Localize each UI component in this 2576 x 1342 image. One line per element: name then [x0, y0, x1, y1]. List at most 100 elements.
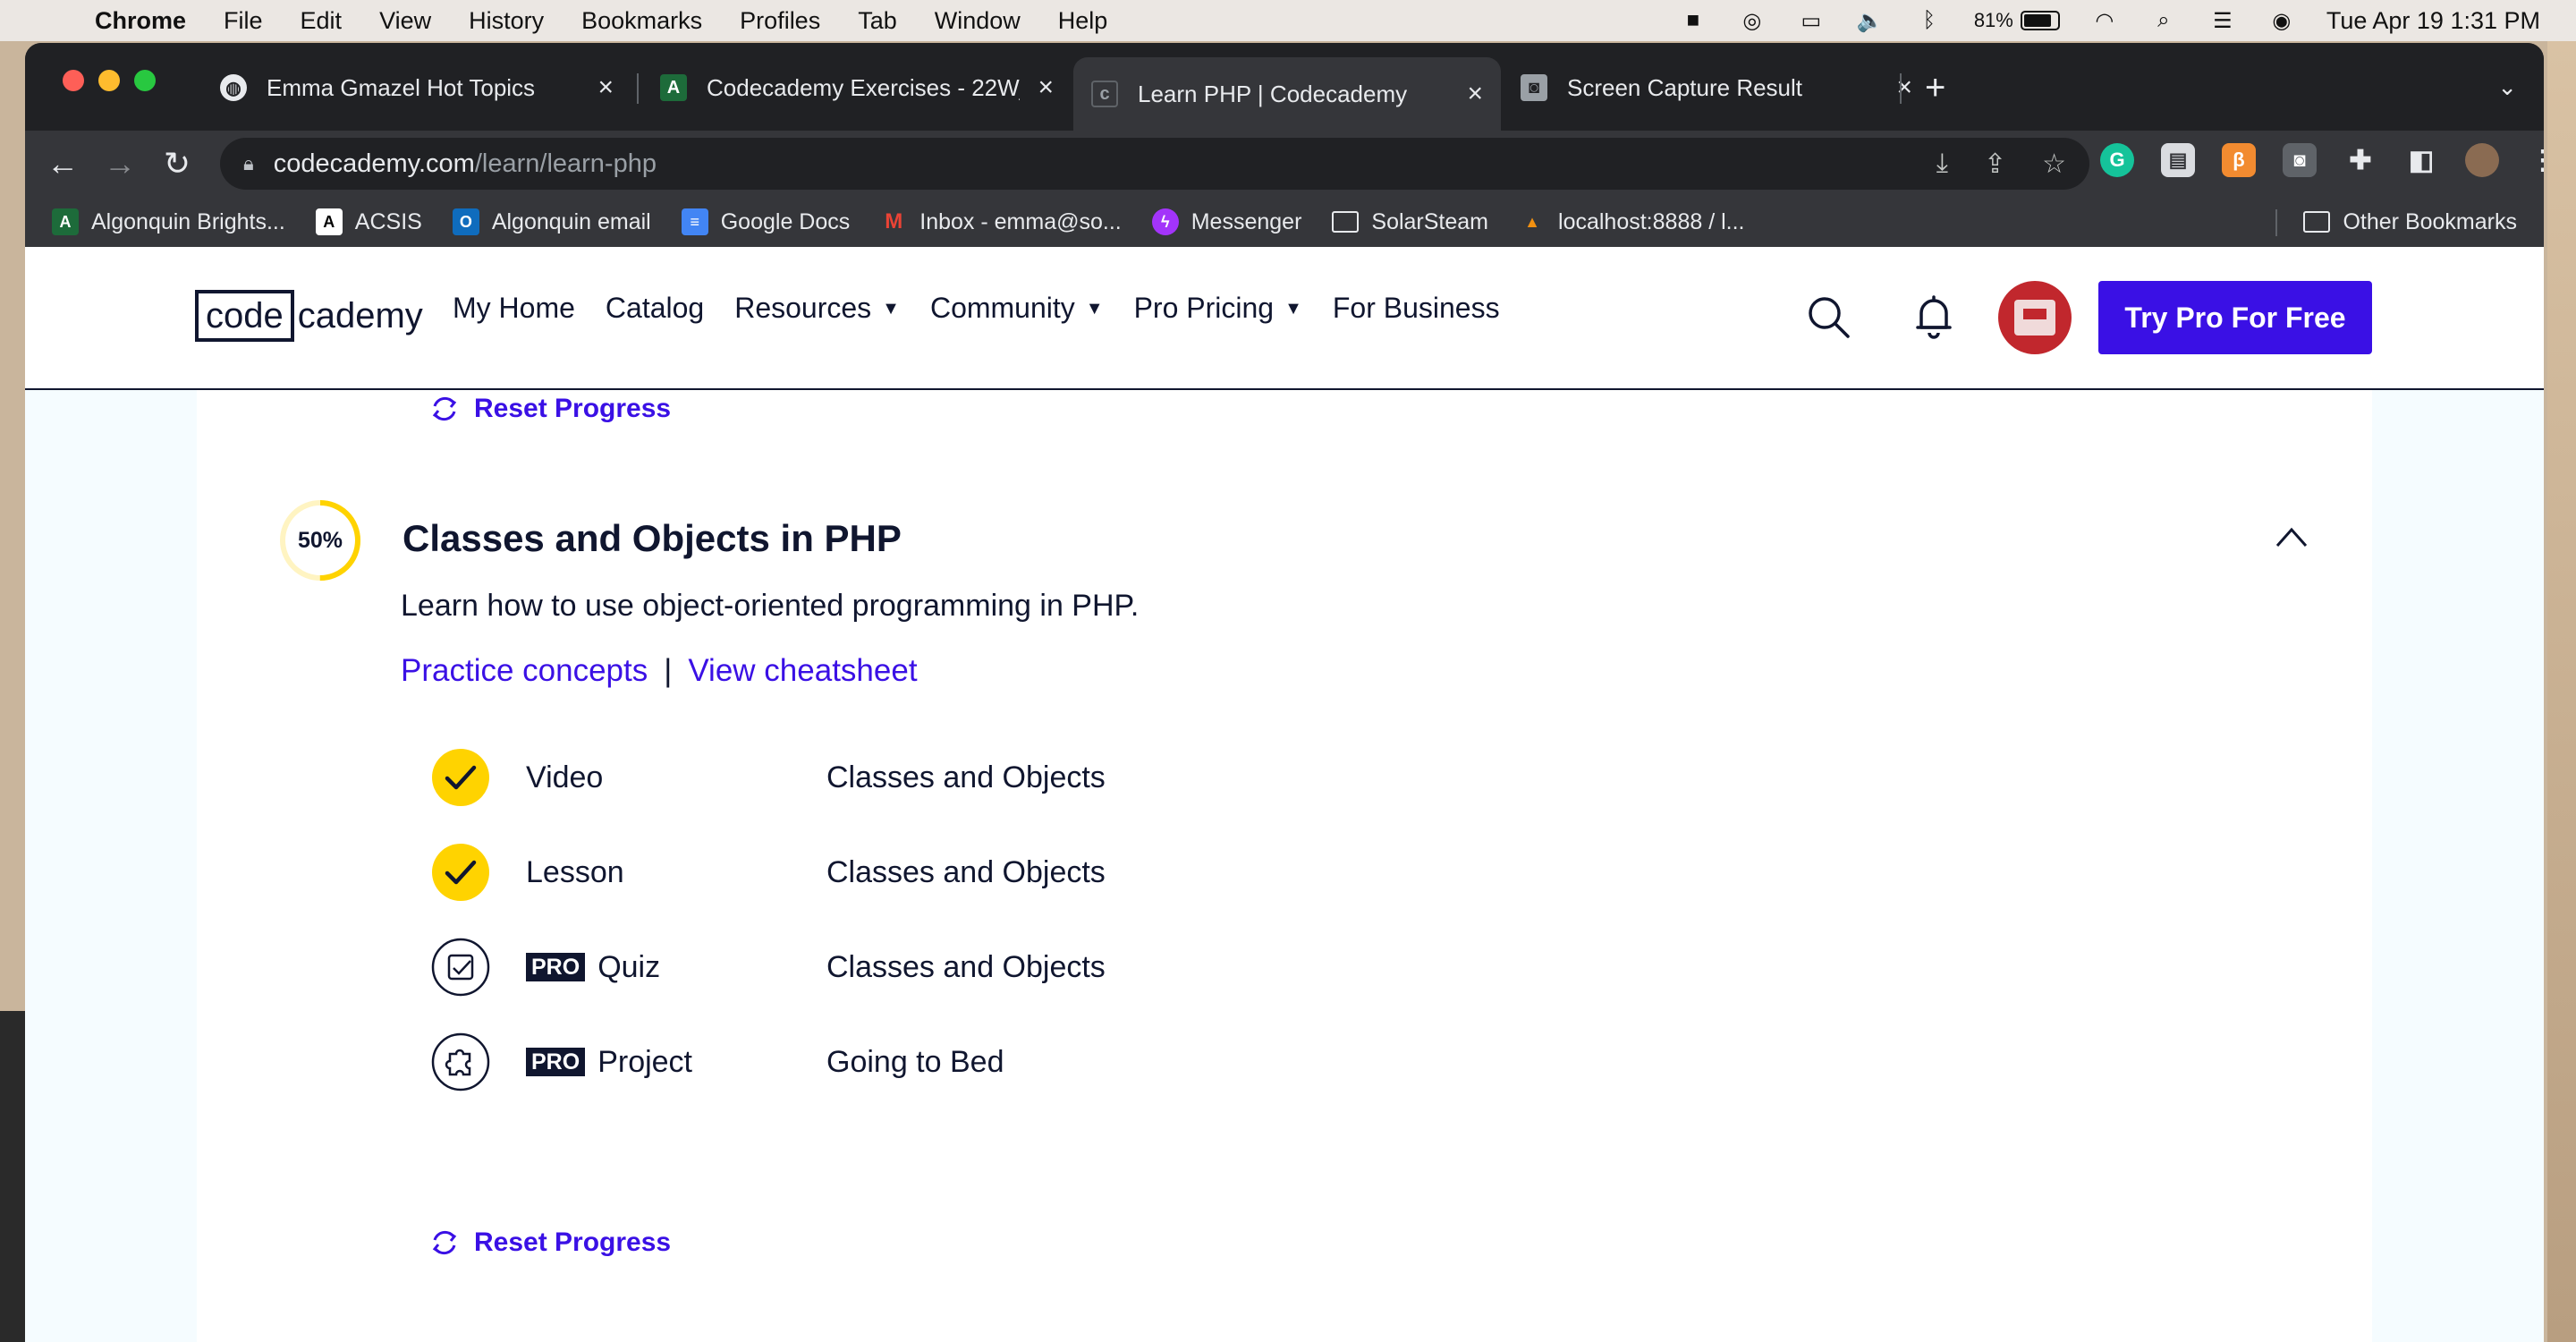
share-icon[interactable]: ⇪	[1984, 149, 2006, 180]
item-kind: PRO Project	[526, 1045, 692, 1080]
tab-learn-php[interactable]: c Learn PHP | Codecademy ×	[1073, 57, 1501, 131]
caret-down-icon: ▼	[1085, 299, 1104, 319]
list-item[interactable]: PRO Project Going to Bed	[431, 1032, 1236, 1091]
creative-cloud-icon[interactable]: ◎	[1738, 9, 1767, 33]
codecademy-logo[interactable]: code cademy	[195, 290, 423, 342]
document-icon[interactable]: ▤	[2161, 143, 2195, 177]
try-pro-button[interactable]: Try Pro For Free	[2098, 281, 2372, 354]
nav-community[interactable]: Community ▼	[930, 292, 1104, 325]
bookmark-localhost[interactable]: ▲ localhost:8888 / l...	[1519, 208, 1744, 235]
bookmark-star-icon[interactable]: ☆	[2042, 149, 2066, 180]
item-name: Classes and Objects	[826, 949, 1106, 984]
minimize-window-button[interactable]	[98, 70, 120, 91]
gmail-icon: M	[885, 209, 903, 234]
url-path: /learn/learn-php	[474, 149, 657, 178]
bookmark-algonquin-email[interactable]: O Algonquin email	[452, 208, 651, 235]
tab-screen-capture[interactable]: ◙ Screen Capture Result ×	[1503, 57, 1930, 118]
logo-cademy: cademy	[297, 295, 423, 336]
chevron-up-icon[interactable]	[2274, 524, 2309, 549]
nav-catalog[interactable]: Catalog	[606, 292, 704, 325]
siri-icon[interactable]: ◉	[2267, 9, 2296, 33]
menu-help[interactable]: Help	[1058, 7, 1108, 35]
view-cheatsheet-link[interactable]: View cheatsheet	[688, 653, 917, 689]
bookmark-label: Other Bookmarks	[2343, 208, 2517, 234]
reload-button[interactable]: ↻	[148, 145, 206, 183]
reset-progress-bottom[interactable]: Reset Progress	[429, 1227, 671, 1258]
menu-view[interactable]: View	[379, 7, 431, 35]
puzzle-icon[interactable]: ✚	[2343, 143, 2377, 177]
bookmark-solarsteam[interactable]: SolarSteam	[1332, 209, 1488, 235]
checkmark-icon	[432, 749, 489, 806]
tab-label: Learn PHP | Codecademy	[1138, 80, 1408, 107]
spotlight-search-icon[interactable]: ⌕	[2149, 8, 2178, 32]
bookmark-algonquin-brightspace[interactable]: A Algonquin Brights...	[52, 208, 285, 235]
macos-menubar: Chrome File Edit View History Bookmarks …	[0, 0, 2576, 41]
main-nav: My Home Catalog Resources ▼ Community ▼ Pr…	[453, 292, 1500, 325]
algonquin-icon: A	[660, 74, 687, 101]
address-bar[interactable]: 🔒︎ codecademy.com/learn/learn-php ⤓ ⇪ ☆	[220, 138, 2089, 190]
tab-search-chevron-icon[interactable]: ⌄	[2497, 73, 2517, 101]
search-icon[interactable]	[1805, 293, 1852, 340]
bell-icon[interactable]	[1912, 293, 1955, 340]
screenshot-icon[interactable]: ◙	[2283, 143, 2317, 177]
bookmark-gmail-inbox[interactable]: M Inbox - emma@so...	[880, 208, 1121, 235]
zoom-window-button[interactable]	[134, 70, 156, 91]
control-center-icon[interactable]: ☰	[2208, 9, 2237, 33]
close-icon[interactable]: ×	[1038, 72, 1054, 103]
user-avatar[interactable]	[1998, 281, 2072, 354]
nav-resources[interactable]: Resources ▼	[734, 292, 900, 325]
item-kind-label: Project	[597, 1044, 693, 1079]
tab-emma-gmazel[interactable]: ◍ Emma Gmazel Hot Topics ×	[202, 57, 631, 118]
volume-icon[interactable]: 🔈	[1856, 9, 1885, 33]
window-stack-icon[interactable]: ▭	[1797, 9, 1826, 33]
battery-status[interactable]: 81%	[1974, 9, 2060, 32]
menu-edit[interactable]: Edit	[301, 7, 343, 35]
wifi-icon[interactable]: ◠	[2090, 9, 2119, 33]
bookmark-messenger[interactable]: ϟ Messenger	[1151, 208, 1301, 235]
menu-file[interactable]: File	[224, 7, 263, 35]
menubar-clock[interactable]: Tue Apr 19 1:31 PM	[2326, 7, 2540, 35]
bookmark-google-docs[interactable]: ≡ Google Docs	[681, 208, 850, 235]
practice-concepts-link[interactable]: Practice concepts	[401, 653, 648, 689]
video-icon[interactable]: ■	[1679, 8, 1707, 32]
menu-window[interactable]: Window	[935, 7, 1021, 35]
algonquin-icon: A	[52, 208, 79, 235]
tab-codecademy-exercises[interactable]: A Codecademy Exercises - 22W_ ×	[642, 57, 1072, 118]
new-tab-button[interactable]: +	[1925, 68, 1945, 108]
menu-history[interactable]: History	[469, 7, 544, 35]
other-bookmarks-item[interactable]: Other Bookmarks	[2303, 209, 2517, 235]
menu-bookmarks[interactable]: Bookmarks	[581, 7, 702, 35]
lock-icon[interactable]: 🔒︎	[243, 152, 254, 175]
progress-ring: 50%	[279, 499, 361, 582]
bluetooth-icon[interactable]: ᛒ	[1915, 8, 1944, 32]
close-window-button[interactable]	[63, 70, 84, 91]
list-item[interactable]: PRO Quiz Classes and Objects	[431, 938, 1236, 997]
extension-badge-icon[interactable]: β	[2222, 143, 2256, 177]
bookmark-label: Inbox - emma@so...	[919, 208, 1122, 234]
install-icon[interactable]: ⤓	[1936, 149, 1948, 180]
list-item[interactable]: Lesson Classes and Objects	[431, 843, 1236, 902]
side-panel-icon[interactable]: ◧	[2404, 143, 2438, 177]
list-item[interactable]: Video Classes and Objects	[431, 748, 1236, 807]
bookmark-acsis[interactable]: A ACSIS	[315, 208, 422, 235]
forward-button[interactable]: →	[91, 145, 148, 183]
nav-my-home[interactable]: My Home	[453, 292, 575, 325]
nav-pro-pricing[interactable]: Pro Pricing ▼	[1134, 292, 1302, 325]
close-icon[interactable]: ×	[1467, 79, 1483, 109]
menu-app[interactable]: Chrome	[95, 7, 186, 35]
back-button[interactable]: ←	[34, 145, 91, 183]
grammarly-icon[interactable]: G	[2100, 143, 2134, 177]
item-kind: Video	[526, 760, 604, 794]
nav-for-business[interactable]: For Business	[1333, 292, 1500, 325]
other-bookmarks[interactable]: Other Bookmarks	[2303, 197, 2517, 247]
menu-profiles[interactable]: Profiles	[740, 7, 820, 35]
profile-avatar[interactable]	[2465, 143, 2499, 177]
window-controls	[63, 70, 156, 91]
link-separator: |	[664, 653, 673, 688]
close-icon[interactable]: ×	[597, 72, 614, 103]
menu-tab[interactable]: Tab	[858, 7, 897, 35]
reset-progress-top[interactable]: Reset Progress	[429, 394, 671, 424]
kebab-menu-icon[interactable]: ⋮	[2526, 143, 2544, 177]
menubar-status: ■ ◎ ▭ 🔈 ᛒ 81% ◠ ⌕ ☰ ◉ Tue Apr 19 1:31 PM	[1679, 0, 2540, 41]
url-text[interactable]: codecademy.com/learn/learn-php	[274, 149, 657, 179]
